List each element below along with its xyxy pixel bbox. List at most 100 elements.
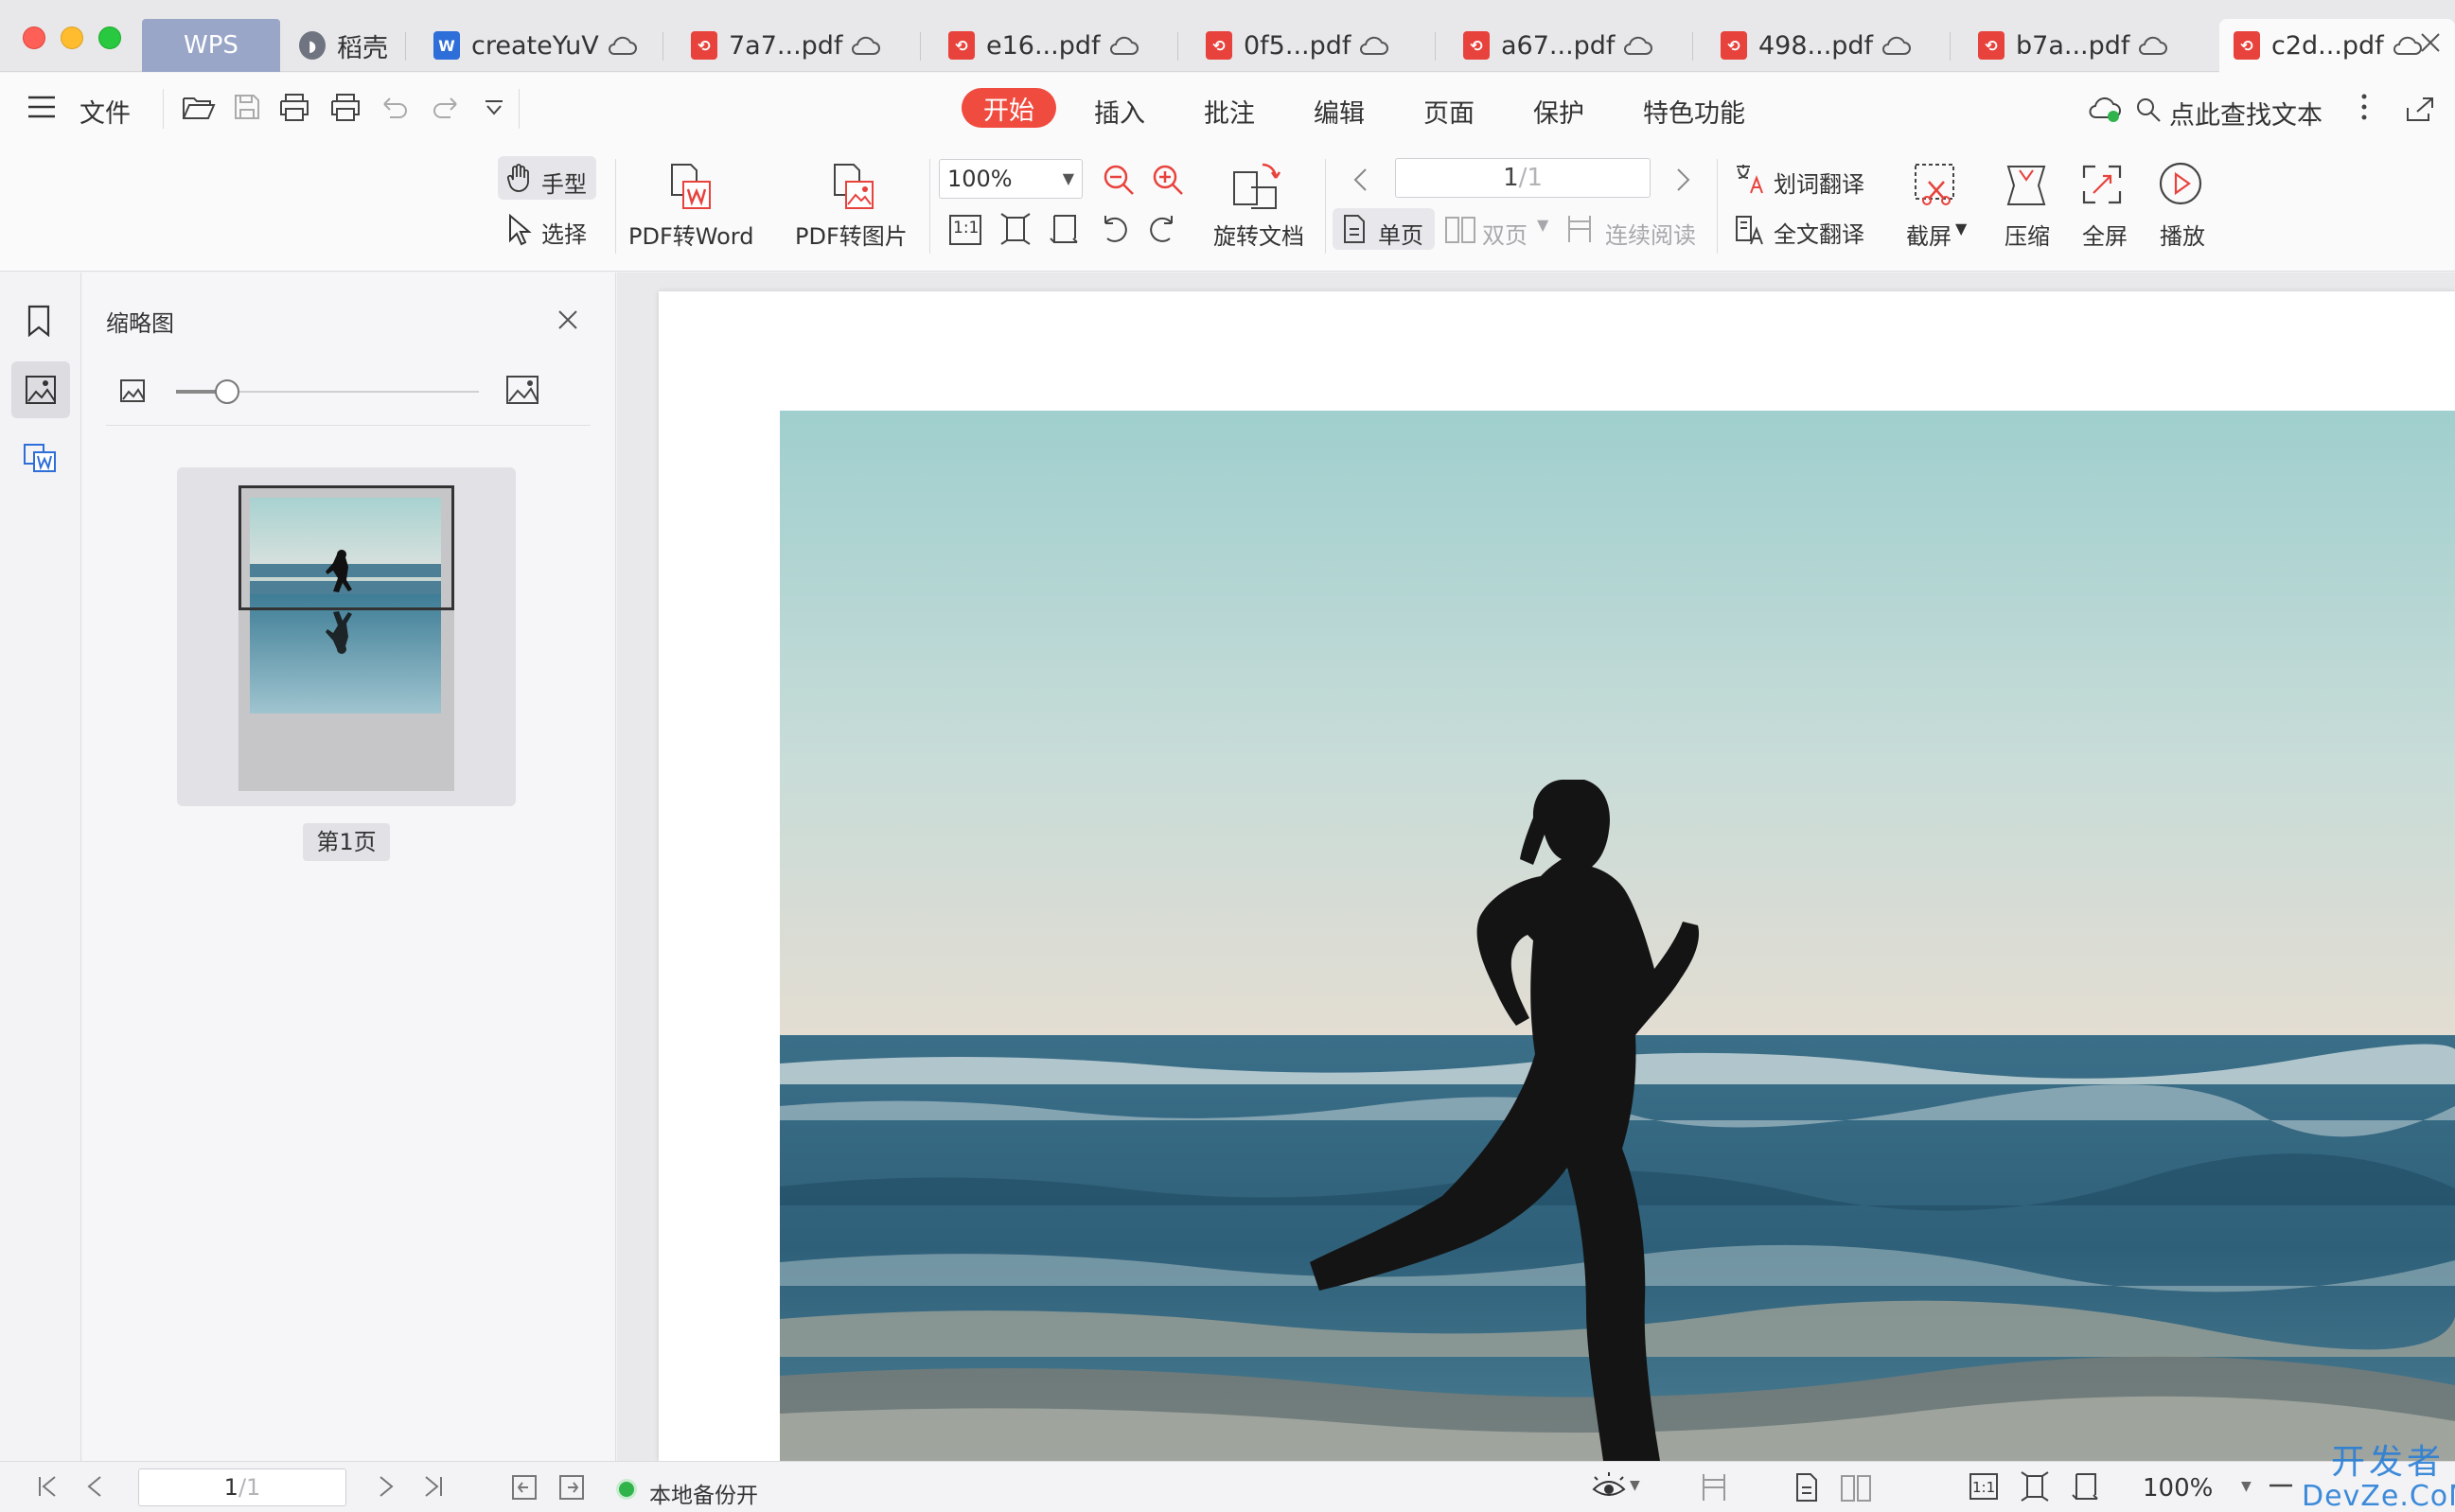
search-icon[interactable] (2135, 97, 2162, 123)
window-maximize-button[interactable] (98, 26, 121, 49)
play-button[interactable]: 播放 (2160, 218, 2205, 251)
forward-view-icon[interactable] (558, 1474, 585, 1501)
print-icon[interactable] (278, 92, 310, 122)
previous-page-icon[interactable] (1351, 167, 1369, 193)
double-page-button[interactable]: 双页 (1482, 217, 1528, 250)
open-folder-icon[interactable] (182, 93, 216, 121)
tab-daoke[interactable]: ◗ 稻壳 (299, 19, 388, 72)
status-zoom-out-icon[interactable] (2270, 1484, 2292, 1487)
screenshot-dropdown-icon[interactable]: ▼ (1955, 220, 1967, 237)
small-thumbnail-icon[interactable] (119, 378, 146, 403)
back-view-icon[interactable] (511, 1474, 538, 1501)
quick-print-icon[interactable] (329, 92, 362, 122)
menu-tab-protect[interactable]: 保护 (1533, 93, 1584, 130)
tab-pdf-7a7[interactable]: ⟲ 7a7...pdf (691, 19, 881, 72)
rotate-document-button[interactable]: 旋转文档 (1213, 218, 1304, 251)
status-zoom-dropdown-icon[interactable]: ▼ (2241, 1479, 2252, 1494)
compress-icon[interactable] (2003, 161, 2050, 210)
thumbnail-size-slider-handle[interactable] (215, 379, 239, 404)
double-page-view-icon[interactable] (1840, 1472, 1872, 1503)
tab-close-icon[interactable] (2419, 31, 2442, 54)
continuous-scroll-icon[interactable] (1700, 1472, 1728, 1503)
word-translate-button[interactable]: 划词翻译 (1774, 166, 1864, 199)
word-translate-icon[interactable] (1734, 163, 1766, 195)
continuous-reading-icon[interactable] (1565, 214, 1594, 244)
screenshot-button[interactable]: 截屏 (1906, 218, 1952, 251)
pdf-to-word-button[interactable]: PDF转Word (628, 218, 753, 251)
zoom-select[interactable]: 100% ▼ (939, 159, 1083, 199)
select-arrow-icon[interactable] (507, 214, 532, 246)
large-thumbnail-icon[interactable] (505, 375, 539, 405)
fullscreen-button[interactable]: 全屏 (2082, 218, 2128, 251)
thumbnail-viewport-frame[interactable] (238, 485, 454, 610)
tab-pdf-0f5[interactable]: ⟲ 0f5...pdf (1206, 19, 1389, 72)
menu-tab-edit[interactable]: 编辑 (1314, 93, 1365, 130)
menu-tab-start[interactable]: 开始 (962, 88, 1056, 128)
fit-width-icon[interactable] (1049, 212, 1081, 246)
rotate-document-icon[interactable] (1230, 161, 1281, 212)
first-page-icon[interactable] (36, 1474, 59, 1499)
hand-tool-label: 手型 (541, 171, 587, 198)
close-icon[interactable] (556, 308, 579, 331)
pdf-to-word-icon[interactable] (666, 161, 717, 212)
hamburger-menu-icon[interactable] (26, 95, 57, 119)
last-page-icon[interactable] (422, 1474, 445, 1499)
page-number-input[interactable]: 1/1 (1395, 158, 1651, 198)
eye-protection-dropdown-icon[interactable]: ▼ (1630, 1478, 1640, 1493)
tab-label: a67...pdf (1501, 30, 1616, 61)
single-page-view-icon[interactable] (1794, 1472, 1819, 1503)
more-options-icon[interactable] (2358, 93, 2370, 121)
file-menu[interactable]: 文件 (79, 93, 131, 130)
prev-page-icon[interactable] (85, 1474, 104, 1499)
menu-tab-insert[interactable]: 插入 (1094, 93, 1145, 130)
rotate-right-icon[interactable] (1147, 214, 1179, 244)
share-icon[interactable] (2404, 95, 2436, 123)
double-page-dropdown-icon[interactable]: ▼ (1537, 216, 1548, 234)
menu-tab-page[interactable]: 页面 (1423, 93, 1475, 130)
tab-separator (1177, 32, 1178, 61)
local-backup-status[interactable]: 本地备份开 (649, 1477, 758, 1509)
full-translate-icon[interactable] (1734, 214, 1766, 246)
tab-pdf-c2d[interactable]: ⟲ c2d...pdf (2234, 19, 2422, 72)
rotate-left-icon[interactable] (1098, 214, 1130, 244)
tab-pdf-a67[interactable]: ⟲ a67...pdf (1463, 19, 1653, 72)
eye-protection-icon[interactable] (1590, 1472, 1628, 1503)
next-page-icon[interactable] (1675, 167, 1692, 193)
search-text-button[interactable]: 点此查找文本 (2169, 95, 2323, 132)
fit-page-icon[interactable] (999, 212, 1032, 246)
tab-createyuv[interactable]: W createYuV (433, 19, 637, 72)
bookmark-icon[interactable] (26, 305, 51, 337)
undo-icon[interactable] (380, 95, 409, 119)
screenshot-icon[interactable] (1912, 161, 1959, 210)
menu-tab-special-features[interactable]: 特色功能 (1643, 93, 1745, 130)
window-close-button[interactable] (23, 26, 45, 49)
word-convert-icon[interactable] (23, 443, 57, 473)
compress-button[interactable]: 压缩 (2005, 218, 2050, 251)
select-tool-button[interactable]: 选择 (541, 216, 587, 249)
play-icon[interactable] (2158, 161, 2203, 206)
customize-toolbar-icon[interactable] (483, 98, 505, 117)
pdf-to-image-icon[interactable] (829, 161, 880, 212)
status-fit-width-icon[interactable] (2071, 1470, 2101, 1503)
tab-pdf-b7a[interactable]: ⟲ b7a...pdf (1978, 19, 2168, 72)
status-page-total: /1 (238, 1474, 261, 1501)
status-fit-page-icon[interactable] (2020, 1470, 2050, 1503)
pdf-to-image-button[interactable]: PDF转图片 (795, 218, 908, 251)
menu-tab-annotate[interactable]: 批注 (1204, 93, 1255, 130)
zoom-out-icon[interactable] (1102, 163, 1136, 197)
continuous-reading-button[interactable]: 连续阅读 (1605, 217, 1696, 250)
next-page-status-icon[interactable] (377, 1474, 396, 1499)
full-translate-button[interactable]: 全文翻译 (1774, 216, 1864, 249)
cloud-sync-icon[interactable] (2088, 95, 2122, 123)
status-page-input[interactable]: 1/1 (138, 1468, 346, 1506)
redo-icon[interactable] (432, 95, 460, 119)
window-minimize-button[interactable] (61, 26, 83, 49)
zoom-in-icon[interactable] (1151, 163, 1185, 197)
status-zoom-value[interactable]: 100% (2143, 1474, 2213, 1503)
double-page-icon[interactable] (1444, 214, 1476, 244)
tab-wps-home[interactable]: WPS (142, 19, 280, 72)
tab-pdf-e16[interactable]: ⟲ e16...pdf (948, 19, 1139, 72)
fullscreen-icon[interactable] (2080, 163, 2124, 206)
save-icon[interactable] (233, 93, 261, 121)
tab-pdf-498[interactable]: ⟲ 498...pdf (1721, 19, 1912, 72)
